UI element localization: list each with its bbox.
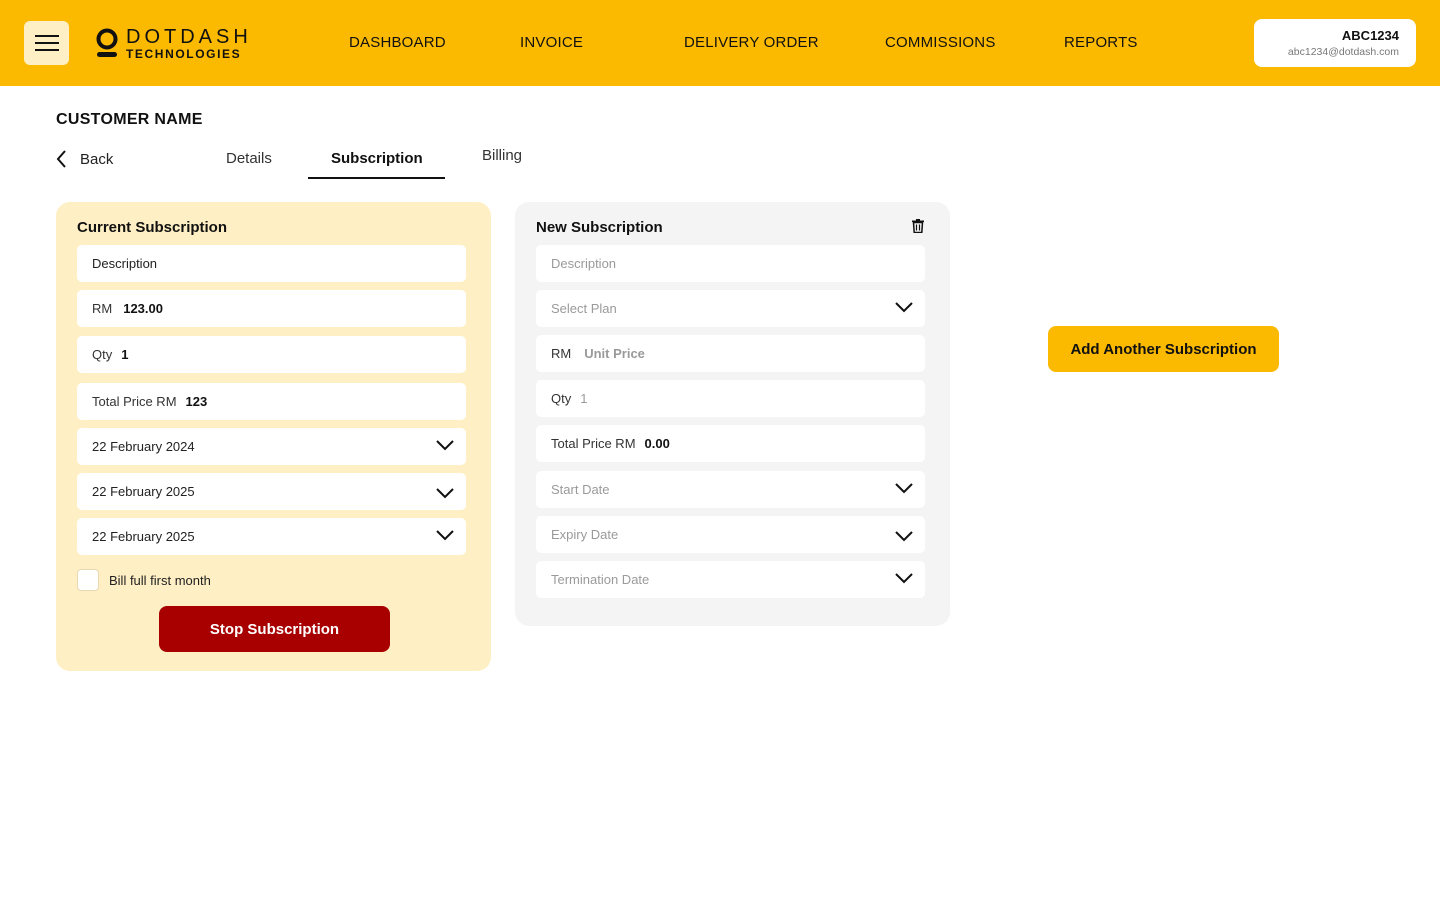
back-button[interactable]: Back [56,150,113,168]
current-description-field[interactable]: Description [77,245,466,282]
new-qty-input[interactable]: Qty 1 [536,380,925,417]
user-id: ABC1234 [1341,28,1399,43]
logo-text-primary: DOTDASH [126,25,252,48]
nav-delivery-order[interactable]: DELIVERY ORDER [684,34,819,51]
tab-details[interactable]: Details [226,150,272,167]
chevron-down-icon [895,573,913,584]
bill-full-first-month-row: Bill full first month [77,569,211,591]
new-description-placeholder: Description [551,256,617,271]
new-plan-placeholder: Select Plan [551,301,617,316]
user-profile-card[interactable]: ABC1234 abc1234@dotdash.com [1254,19,1416,67]
top-bar: DOTDASH TECHNOLOGIES DASHBOARD INVOICE D… [0,0,1440,86]
nav-dashboard[interactable]: DASHBOARD [349,34,446,51]
current-qty-value: 1 [121,347,129,362]
new-termination-date-placeholder: Termination Date [551,572,650,587]
current-price-prefix: RM [92,301,113,316]
new-price-prefix: RM [551,346,572,361]
current-termination-date-select[interactable]: 22 February 2025 [77,518,466,555]
current-start-date-value: 22 February 2024 [92,439,195,454]
current-total-label: Total Price RM [92,394,177,409]
add-another-subscription-button[interactable]: Add Another Subscription [1048,326,1279,372]
current-qty-label: Qty [92,347,113,362]
hamburger-icon [34,35,59,51]
chevron-down-icon [436,440,454,451]
chevron-down-icon [436,488,454,499]
new-qty-label: Qty [551,391,572,406]
current-total-value: 123 [185,394,208,409]
new-plan-select[interactable]: Select Plan [536,290,925,327]
new-total-value: 0.00 [644,436,670,451]
chevron-down-icon [895,531,913,542]
new-total-price-field: Total Price RM 0.00 [536,425,925,462]
bill-full-first-month-checkbox[interactable] [77,569,99,591]
new-subscription-panel: New Subscription Description Select Plan… [515,202,950,626]
user-email: abc1234@dotdash.com [1287,46,1399,58]
back-label: Back [80,150,114,168]
menu-button[interactable] [24,21,69,65]
current-qty-field[interactable]: Qty 1 [77,336,466,373]
tab-billing[interactable]: Billing [482,147,522,164]
chevron-left-icon [56,150,66,168]
chevron-down-icon [895,483,913,494]
current-description-value: Description [92,256,158,271]
new-total-label: Total Price RM [551,436,636,451]
bill-full-first-month-label: Bill full first month [109,572,211,588]
new-subscription-title: New Subscription [536,219,663,236]
new-unit-price-input[interactable]: RM Unit Price [536,335,925,372]
new-unit-price-placeholder: Unit Price [584,346,645,361]
current-subscription-title: Current Subscription [77,219,228,236]
current-total-price-field: Total Price RM 123 [77,383,466,420]
chevron-down-icon [436,530,454,541]
new-description-input[interactable]: Description [536,245,925,282]
new-expiry-date-select[interactable]: Expiry Date [536,516,925,553]
nav-reports[interactable]: REPORTS [1064,34,1138,51]
current-unit-price-field[interactable]: RM 123.00 [77,290,466,327]
current-expiry-date-value: 22 February 2025 [92,484,195,499]
current-unit-price-value: 123.00 [123,301,163,316]
new-qty-placeholder: 1 [580,391,588,406]
logo-text-secondary: TECHNOLOGIES [126,46,242,61]
tab-subscription[interactable]: Subscription [331,150,423,167]
nav-commissions[interactable]: COMMISSIONS [885,34,996,51]
page-title: CUSTOMER NAME [56,111,203,128]
chevron-down-icon [895,302,913,313]
new-start-date-select[interactable]: Start Date [536,471,925,508]
stop-subscription-button[interactable]: Stop Subscription [159,606,390,652]
new-termination-date-select[interactable]: Termination Date [536,561,925,598]
current-start-date-select[interactable]: 22 February 2024 [77,428,466,465]
new-expiry-date-placeholder: Expiry Date [551,527,619,542]
active-tab-indicator [308,177,445,179]
current-termination-date-value: 22 February 2025 [92,529,195,544]
nav-invoice[interactable]: INVOICE [520,34,583,51]
new-start-date-placeholder: Start Date [551,482,610,497]
trash-icon[interactable] [912,219,924,233]
logo-mark-icon [96,28,118,57]
company-logo[interactable]: DOTDASH TECHNOLOGIES [96,25,252,61]
current-expiry-date-select[interactable]: 22 February 2025 [77,473,466,510]
current-subscription-panel: Current Subscription Description RM 123.… [56,202,491,671]
